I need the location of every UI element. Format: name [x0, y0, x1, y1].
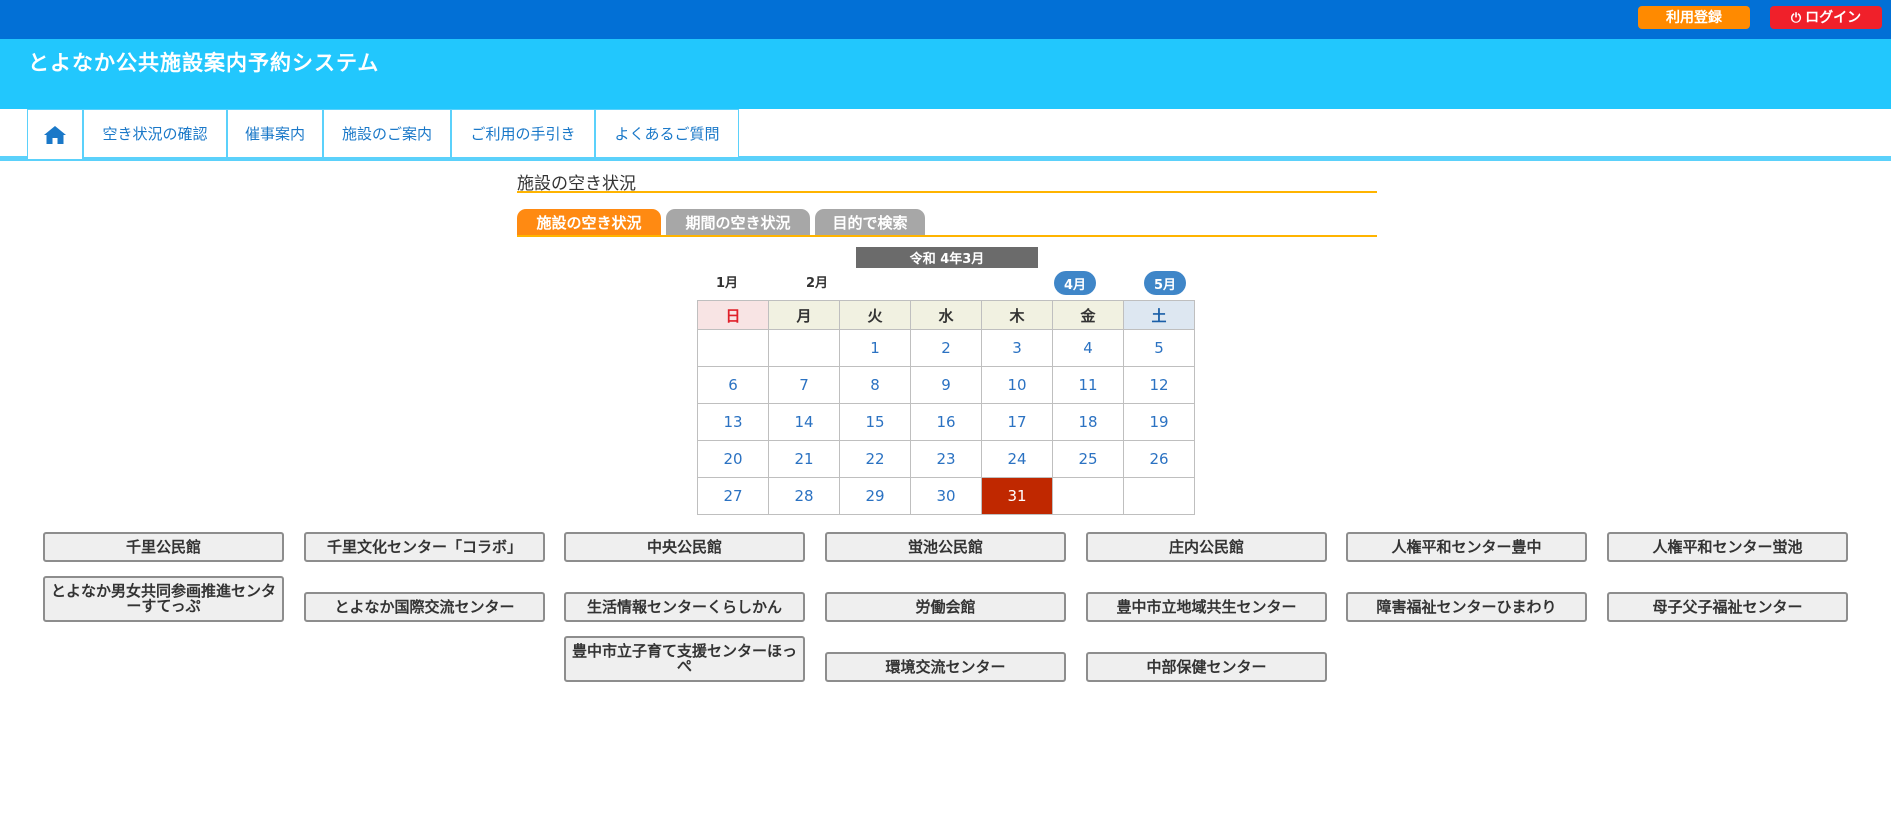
weekday-thu: 木: [981, 300, 1053, 330]
calendar-day[interactable]: 24: [981, 440, 1053, 478]
calendar-day-empty: [768, 329, 840, 367]
weekday-wed: 水: [910, 300, 982, 330]
calendar-week: 27 28 29 30 31: [697, 477, 1195, 515]
calendar-day[interactable]: 20: [697, 440, 769, 478]
facility-button[interactable]: とよなか男女共同参画推進センターすてっぷ: [43, 576, 284, 622]
calendar-day[interactable]: 17: [981, 403, 1053, 441]
calendar-day[interactable]: 1: [839, 329, 911, 367]
weekday-sun: 日: [697, 300, 769, 330]
facility-button[interactable]: 労働会館: [825, 592, 1066, 622]
facility-button[interactable]: とよなか国際交流センター: [304, 592, 545, 622]
nav-faq[interactable]: よくあるご質問: [595, 109, 739, 157]
calendar-day[interactable]: 26: [1123, 440, 1195, 478]
tab-period-availability[interactable]: 期間の空き状況: [666, 209, 810, 236]
tab-search-by-purpose[interactable]: 目的で検索: [815, 209, 925, 236]
facility-button[interactable]: 生活情報センターくらしかん: [564, 592, 805, 622]
facility-button[interactable]: 環境交流センター: [825, 652, 1066, 682]
facility-button[interactable]: 障害福祉センターひまわり: [1346, 592, 1587, 622]
calendar-title: 令和 4年3月: [856, 247, 1038, 268]
tab-rule: [517, 235, 1377, 237]
calendar-week: 6 7 8 9 10 11 12: [697, 366, 1195, 404]
top-bar: [0, 0, 1891, 39]
calendar-day[interactable]: 12: [1123, 366, 1195, 404]
home-icon: [44, 125, 66, 144]
nav-facilities[interactable]: 施設のご案内: [323, 109, 451, 157]
calendar-day[interactable]: 7: [768, 366, 840, 404]
calendar-day[interactable]: 19: [1123, 403, 1195, 441]
calendar-grid: 日 月 火 水 木 金 土 1 2 3 4 5 6 7 8 9 10 11 12: [697, 300, 1195, 515]
calendar-day[interactable]: 30: [910, 477, 982, 515]
facility-button[interactable]: 中部保健センター: [1086, 652, 1327, 682]
calendar-day[interactable]: 2: [910, 329, 982, 367]
facility-button[interactable]: 千里公民館: [43, 532, 284, 562]
nav-home[interactable]: [27, 109, 83, 159]
facility-button[interactable]: 中央公民館: [564, 532, 805, 562]
month-link-jan[interactable]: 1月: [716, 272, 738, 291]
month-link-may[interactable]: 5月: [1144, 271, 1186, 295]
calendar-day[interactable]: 28: [768, 477, 840, 515]
register-button[interactable]: 利用登録: [1638, 6, 1750, 29]
calendar-day[interactable]: 4: [1052, 329, 1124, 367]
calendar-day[interactable]: 16: [910, 403, 982, 441]
weekday-tue: 火: [839, 300, 911, 330]
month-link-feb[interactable]: 2月: [806, 272, 828, 291]
calendar-day[interactable]: 3: [981, 329, 1053, 367]
login-button[interactable]: ⏻ ログイン: [1770, 6, 1882, 29]
calendar-day-empty: [697, 329, 769, 367]
login-label: ログイン: [1805, 9, 1862, 25]
calendar-day[interactable]: 5: [1123, 329, 1195, 367]
calendar-day[interactable]: 27: [697, 477, 769, 515]
facility-button[interactable]: 人権平和センター蛍池: [1607, 532, 1848, 562]
calendar-day[interactable]: 25: [1052, 440, 1124, 478]
facility-button[interactable]: 人権平和センター豊中: [1346, 532, 1587, 562]
facility-button[interactable]: 母子父子福祉センター: [1607, 592, 1848, 622]
facility-button[interactable]: 豊中市立子育て支援センターほっぺ: [564, 636, 805, 682]
calendar-day[interactable]: 22: [839, 440, 911, 478]
weekday-fri: 金: [1052, 300, 1124, 330]
calendar-day[interactable]: 9: [910, 366, 982, 404]
calendar-day[interactable]: 14: [768, 403, 840, 441]
calendar-day[interactable]: 8: [839, 366, 911, 404]
calendar-day[interactable]: 15: [839, 403, 911, 441]
calendar-day[interactable]: 21: [768, 440, 840, 478]
calendar-day-empty: [1052, 477, 1124, 515]
calendar-day[interactable]: 29: [839, 477, 911, 515]
calendar-day[interactable]: 10: [981, 366, 1053, 404]
facility-button[interactable]: 蛍池公民館: [825, 532, 1066, 562]
section-rule: [517, 191, 1377, 193]
calendar-day[interactable]: 18: [1052, 403, 1124, 441]
weekday-header-row: 日 月 火 水 木 金 土: [697, 300, 1195, 330]
tab-facility-availability[interactable]: 施設の空き状況: [517, 209, 661, 236]
month-link-apr[interactable]: 4月: [1054, 271, 1096, 295]
calendar-day[interactable]: 13: [697, 403, 769, 441]
site-header: とよなか公共施設案内予約システム: [0, 39, 1891, 109]
calendar-day[interactable]: 6: [697, 366, 769, 404]
nav-events[interactable]: 催事案内: [227, 109, 323, 157]
weekday-sat: 土: [1123, 300, 1195, 330]
facility-button[interactable]: 千里文化センター「コラボ」: [304, 532, 545, 562]
facility-button[interactable]: 庄内公民館: [1086, 532, 1327, 562]
calendar-day[interactable]: 11: [1052, 366, 1124, 404]
calendar-week: 20 21 22 23 24 25 26: [697, 440, 1195, 478]
power-icon: ⏻: [1790, 10, 1802, 25]
calendar-week: 1 2 3 4 5: [697, 329, 1195, 367]
calendar-day-empty: [1123, 477, 1195, 515]
nav-availability[interactable]: 空き状況の確認: [83, 109, 227, 157]
facility-button[interactable]: 豊中市立地域共生センター: [1086, 592, 1327, 622]
calendar-day-selected[interactable]: 31: [981, 477, 1053, 515]
site-title: とよなか公共施設案内予約システム: [28, 51, 380, 75]
calendar-week: 13 14 15 16 17 18 19: [697, 403, 1195, 441]
nav-guide[interactable]: ご利用の手引き: [451, 109, 595, 157]
weekday-mon: 月: [768, 300, 840, 330]
calendar-day[interactable]: 23: [910, 440, 982, 478]
